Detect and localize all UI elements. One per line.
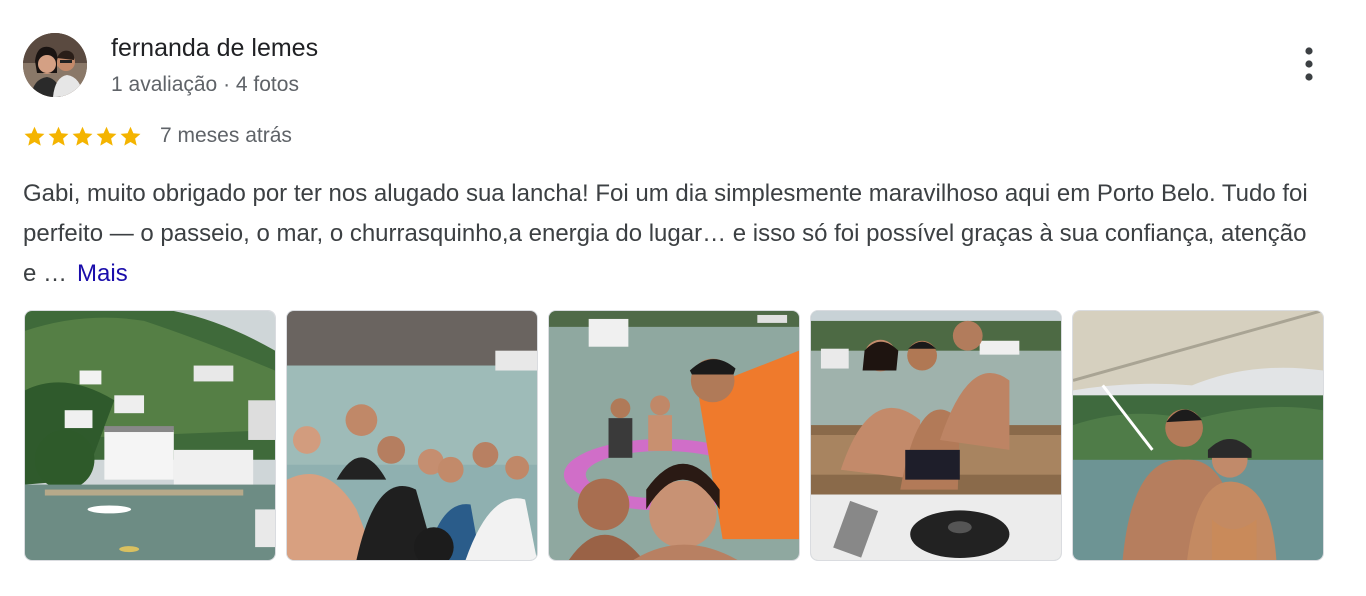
review-card: fernanda de lemes 1 avaliação · 4 fotos … bbox=[0, 0, 1366, 596]
review-text: Gabi, muito obrigado por ter nos alugado… bbox=[23, 174, 1323, 294]
avatar-photo-icon bbox=[23, 33, 87, 97]
more-link[interactable]: Mais bbox=[77, 260, 128, 287]
author-meta: 1 avaliação · 4 fotos bbox=[111, 73, 299, 96]
photo-coastline-houses[interactable] bbox=[24, 310, 276, 561]
star-icon bbox=[24, 126, 45, 146]
photo-group-selfie[interactable] bbox=[286, 310, 538, 561]
author-name[interactable]: fernanda de lemes bbox=[111, 33, 318, 63]
star-icon bbox=[96, 126, 117, 146]
photo-family-on-boat[interactable] bbox=[810, 310, 1062, 561]
star-icon bbox=[72, 126, 93, 146]
star-icon bbox=[48, 126, 69, 146]
more-vert-icon[interactable] bbox=[1296, 44, 1322, 84]
review-body: Gabi, muito obrigado por ter nos alugado… bbox=[23, 180, 1308, 287]
star-rating bbox=[23, 125, 142, 148]
author-avatar[interactable] bbox=[23, 33, 87, 97]
review-date: 7 meses atrás bbox=[160, 124, 292, 147]
star-icon bbox=[120, 126, 141, 146]
photo-couple-under-canopy[interactable] bbox=[1072, 310, 1324, 561]
rating-row: 7 meses atrás bbox=[23, 121, 292, 151]
photo-boat-selfie-float[interactable] bbox=[548, 310, 800, 561]
photo-strip bbox=[24, 310, 1324, 561]
